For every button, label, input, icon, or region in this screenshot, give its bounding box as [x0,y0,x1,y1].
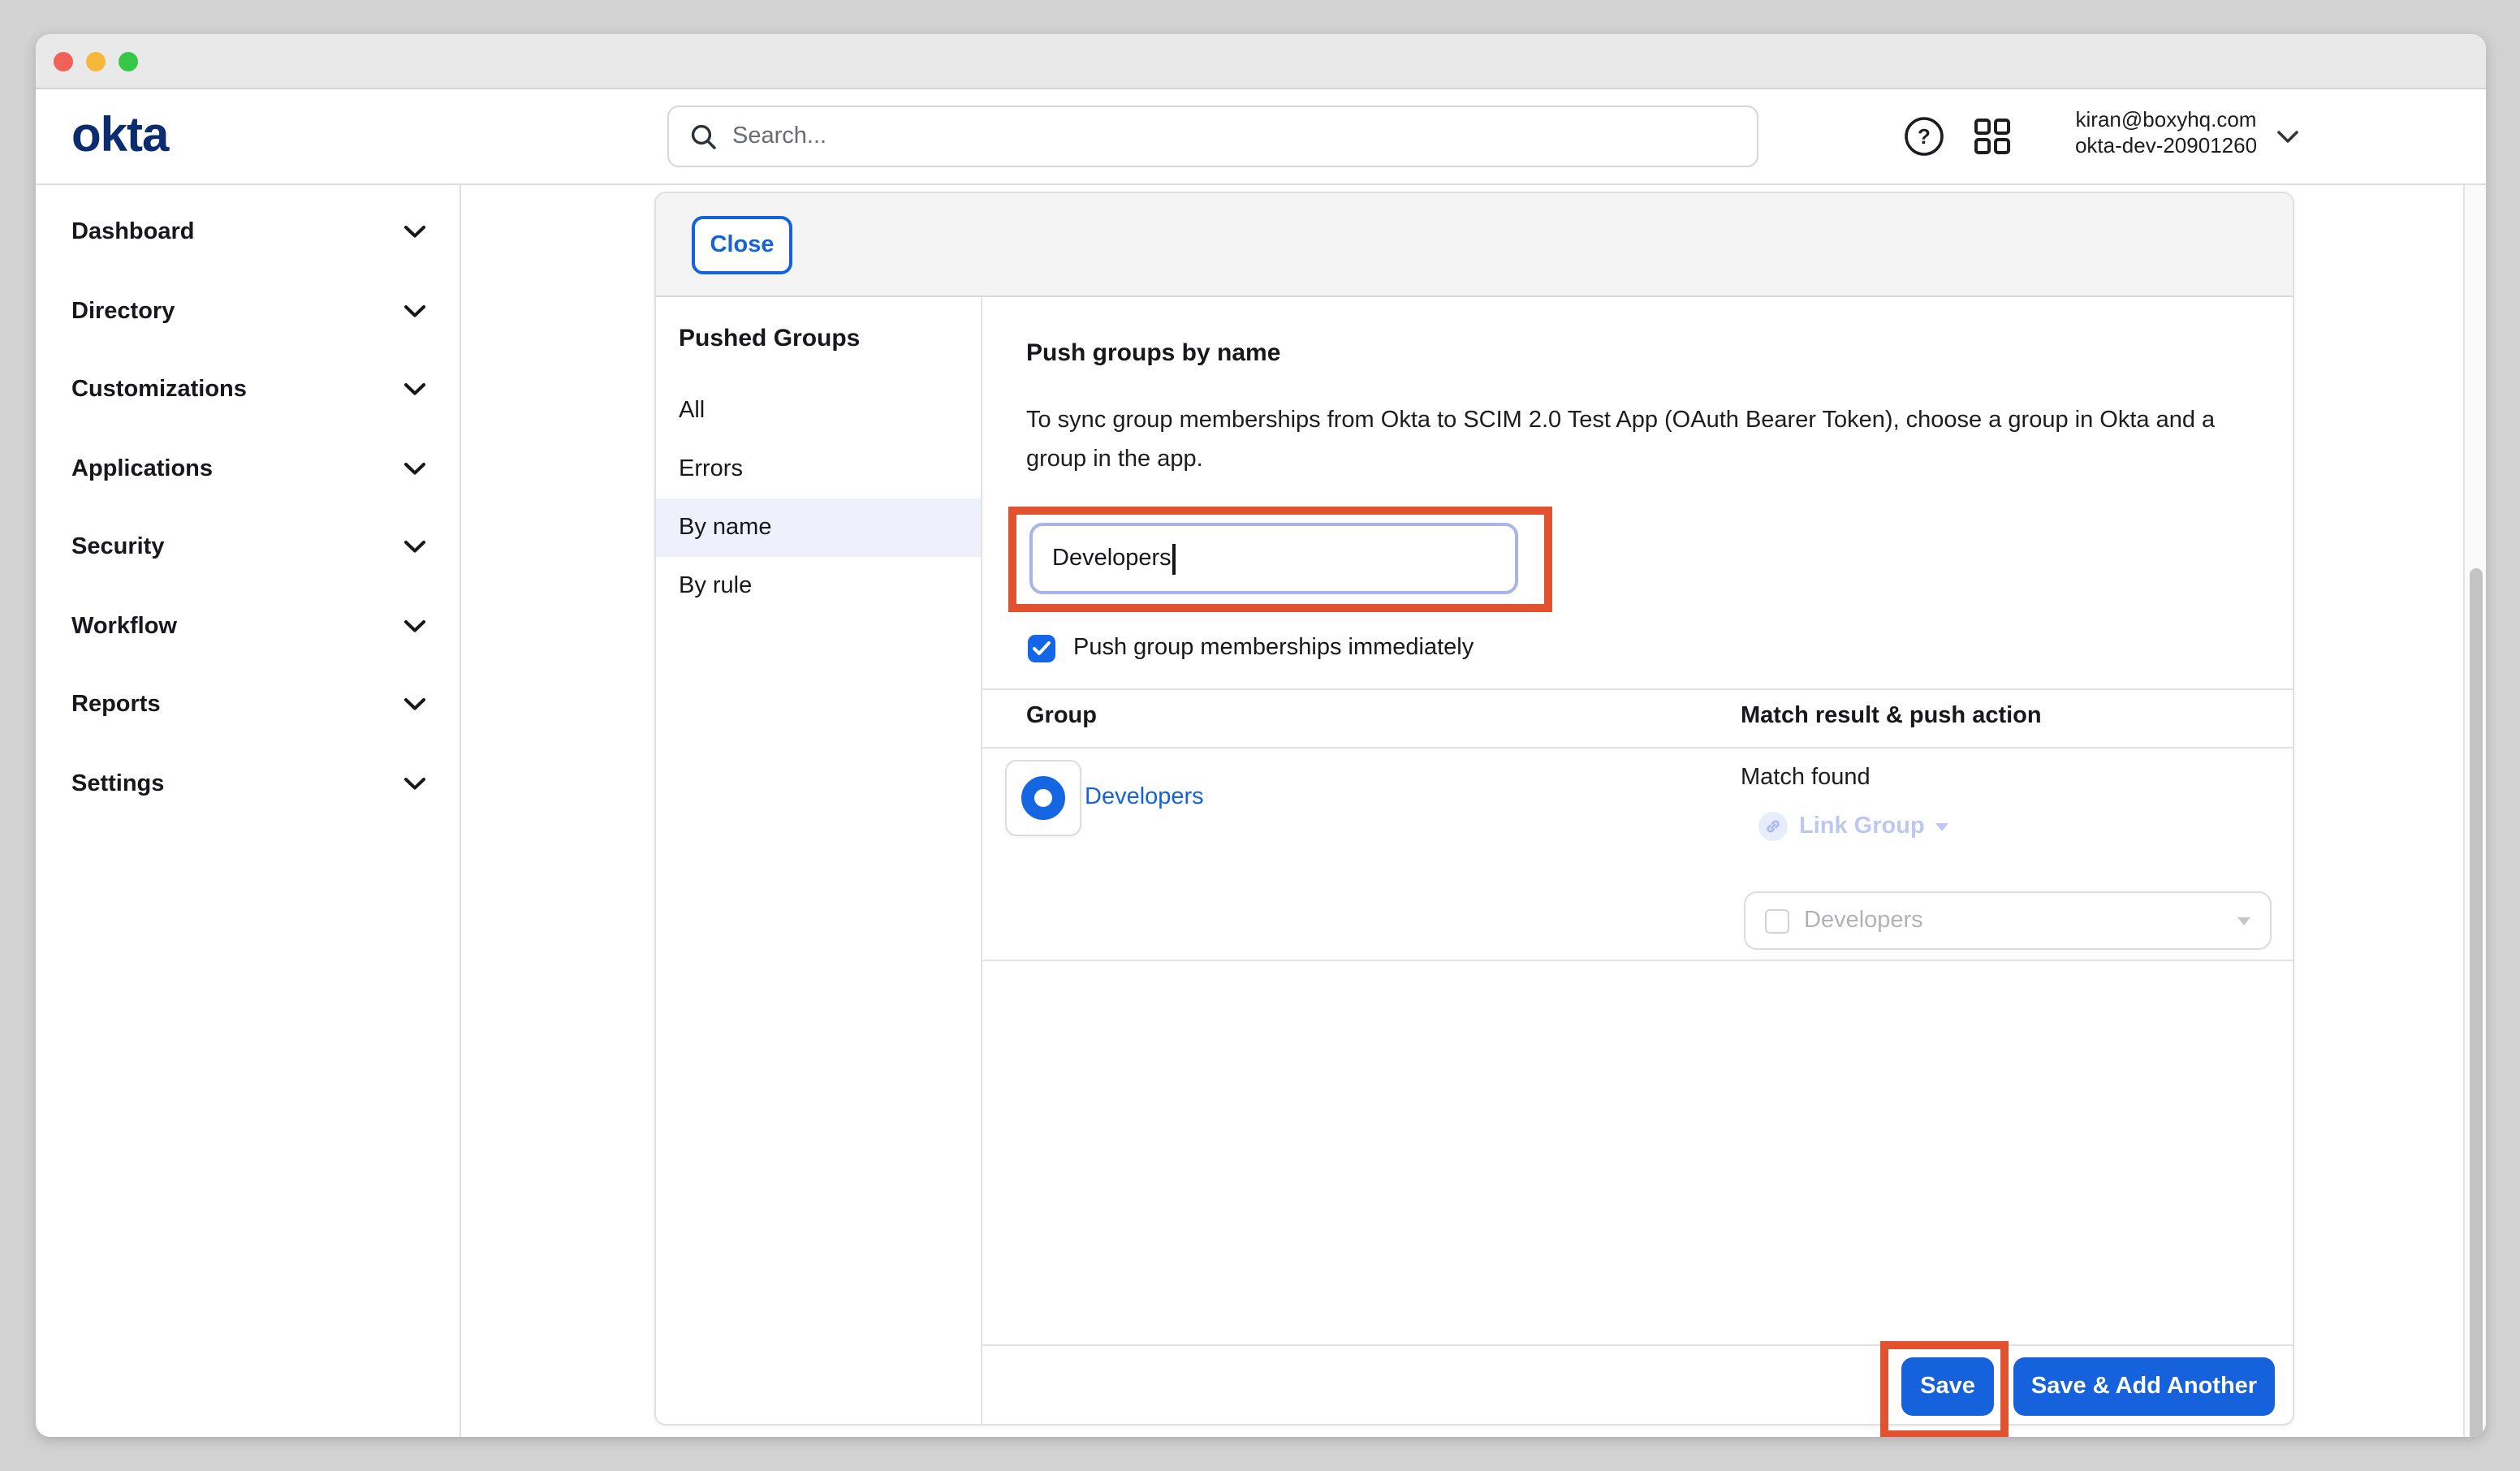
chevron-down-icon [404,699,425,712]
sidebar-item-label: Security [71,535,164,561]
nav-item-by-name[interactable]: By name [656,498,981,557]
sidebar-item-customizations[interactable]: Customizations [36,351,460,429]
pane-description: To sync group memberships from Okta to S… [1026,401,2231,479]
search-icon [690,123,718,150]
link-group-action[interactable]: Link Group [1758,812,1949,841]
group-name-link[interactable]: Developers [1085,784,1204,810]
main-content: Close Pushed Groups All Errors By name B… [461,185,2486,1437]
vertical-scrollbar[interactable] [2463,185,2486,1437]
window-minimize-button[interactable] [86,51,106,71]
match-status: Match found [1741,765,1871,791]
push-by-name-pane: Push groups by name To sync group member… [982,297,2293,1424]
window-titlebar [36,34,2486,89]
nav-item-errors[interactable]: Errors [656,440,981,498]
sidebar-item-security[interactable]: Security [36,508,460,587]
pushed-groups-title: Pushed Groups [656,323,981,356]
window-close-button[interactable] [54,51,73,71]
row-bottom-border [982,960,2293,961]
link-icon [1758,812,1788,841]
panel-toolbar: Close [656,193,2293,297]
app-header: okta ? [36,89,2486,185]
link-group-label: Link Group [1799,813,1925,839]
chevron-down-icon[interactable] [2276,130,2299,145]
close-button[interactable]: Close [692,216,792,274]
sidebar-item-label: Applications [71,456,213,482]
column-header-group: Group [1026,703,1097,729]
caret-down-icon [1936,822,1949,830]
svg-text:?: ? [1918,124,1931,149]
checkbox-icon [1765,908,1789,933]
user-email: kiran@boxyhq.com [2043,107,2289,132]
pane-title: Push groups by name [1026,339,1280,367]
chevron-down-icon [404,305,425,318]
sidebar-item-settings[interactable]: Settings [36,744,460,823]
sidebar-item-reports[interactable]: Reports [36,666,460,744]
chevron-down-icon [404,778,425,791]
sidebar-item-applications[interactable]: Applications [36,429,460,508]
checkmark-icon [1033,641,1051,656]
group-avatar [1005,760,1081,836]
column-header-match: Match result & push action [1741,703,2042,729]
group-name-input[interactable]: Developers [1029,523,1518,594]
account-menu[interactable]: kiran@boxyhq.com okta-dev-20901260 [2043,107,2289,157]
sidebar-item-label: Dashboard [71,220,195,246]
chevron-down-icon [404,463,425,476]
app-group-select[interactable]: Developers [1744,891,2272,950]
caret-down-icon [2237,917,2250,925]
org-name: okta-dev-20901260 [2043,132,2289,157]
chevron-down-icon [404,620,425,633]
search-box[interactable] [667,106,1758,167]
group-name-input-value: Developers [1052,546,1172,572]
sidebar-item-label: Reports [71,692,161,718]
scrollbar-thumb[interactable] [2469,568,2482,1437]
push-groups-panel: Close Pushed Groups All Errors By name B… [654,192,2294,1426]
nav-item-all[interactable]: All [656,382,981,440]
browser-window: okta ? [36,34,2486,1437]
sidebar-item-label: Settings [71,771,164,797]
okta-logo[interactable]: okta [71,89,168,183]
push-immediately-checkbox[interactable] [1028,635,1055,662]
search-input[interactable] [732,107,1757,166]
chevron-down-icon [404,384,425,397]
pushed-groups-nav: Pushed Groups All Errors By name By rule [656,297,982,1424]
text-cursor [1173,543,1176,574]
apps-grid-icon[interactable] [1973,117,2012,156]
chevron-down-icon [404,226,425,239]
admin-sidebar: Dashboard Directory Customizations Appli… [36,185,461,1437]
chevron-down-icon [404,541,425,554]
sidebar-item-label: Directory [71,299,175,325]
table-top-border [982,688,2293,690]
save-button[interactable]: Save [1901,1357,1994,1416]
nav-item-by-rule[interactable]: By rule [656,557,981,615]
sidebar-item-directory[interactable]: Directory [36,272,460,351]
sidebar-item-label: Workflow [71,614,177,640]
group-ring-icon [1021,776,1065,820]
window-zoom-button[interactable] [119,51,138,71]
help-icon[interactable]: ? [1903,115,1945,157]
table-header-border [982,747,2293,748]
sidebar-item-workflow[interactable]: Workflow [36,587,460,666]
sidebar-item-dashboard[interactable]: Dashboard [36,193,460,272]
save-add-another-button[interactable]: Save & Add Another [2013,1357,2275,1416]
app-group-select-value: Developers [1804,908,1923,934]
push-immediately-label: Push group memberships immediately [1073,635,1474,662]
sidebar-item-label: Customizations [71,377,247,403]
footer-border [982,1344,2293,1346]
